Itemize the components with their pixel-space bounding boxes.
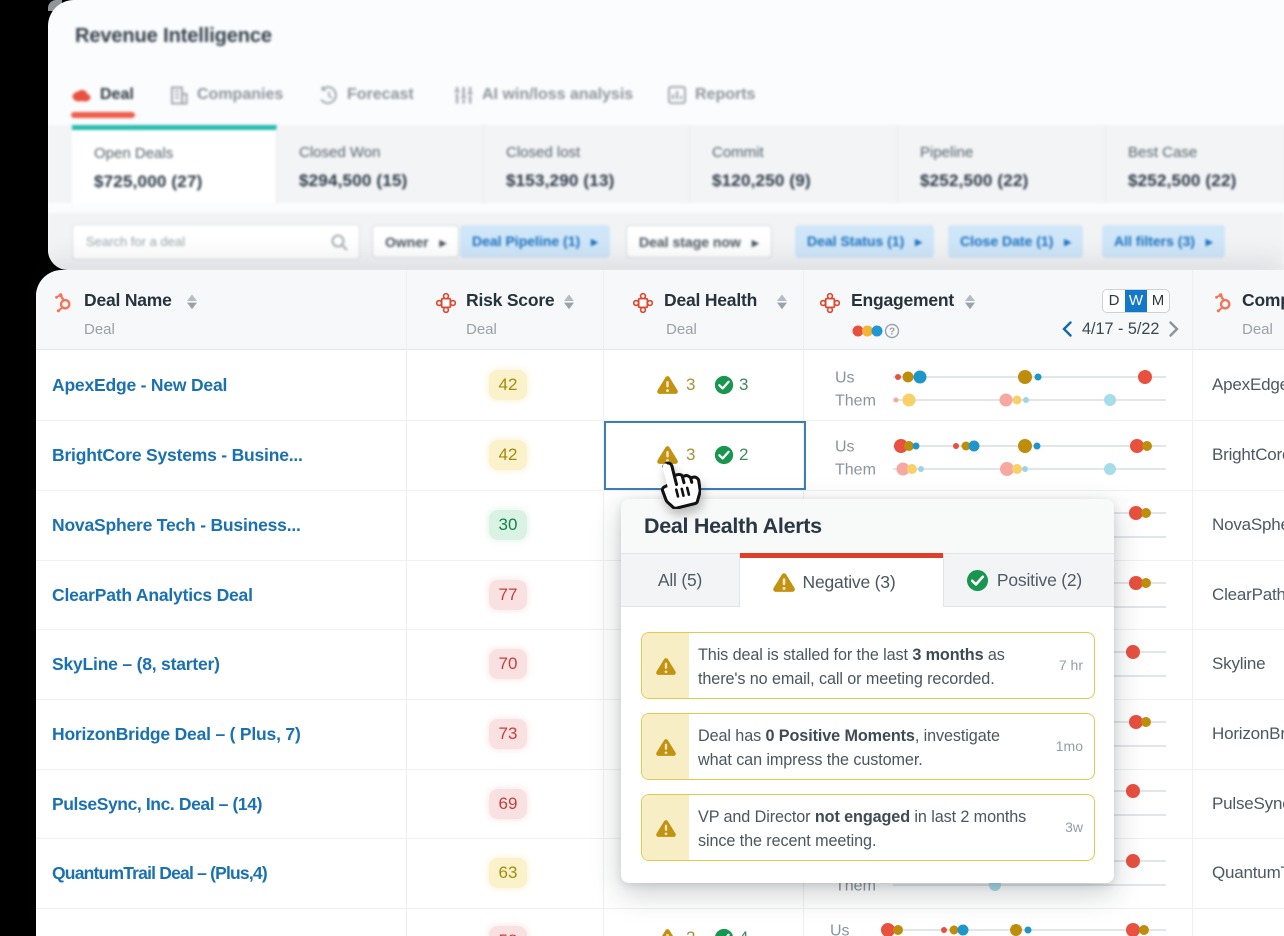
svg-text:Us: Us — [835, 370, 855, 387]
svg-text:Them: Them — [835, 393, 876, 410]
svg-text:Us: Us — [830, 923, 850, 936]
svg-text:Them: Them — [835, 462, 876, 479]
svg-text:Us: Us — [835, 439, 855, 456]
